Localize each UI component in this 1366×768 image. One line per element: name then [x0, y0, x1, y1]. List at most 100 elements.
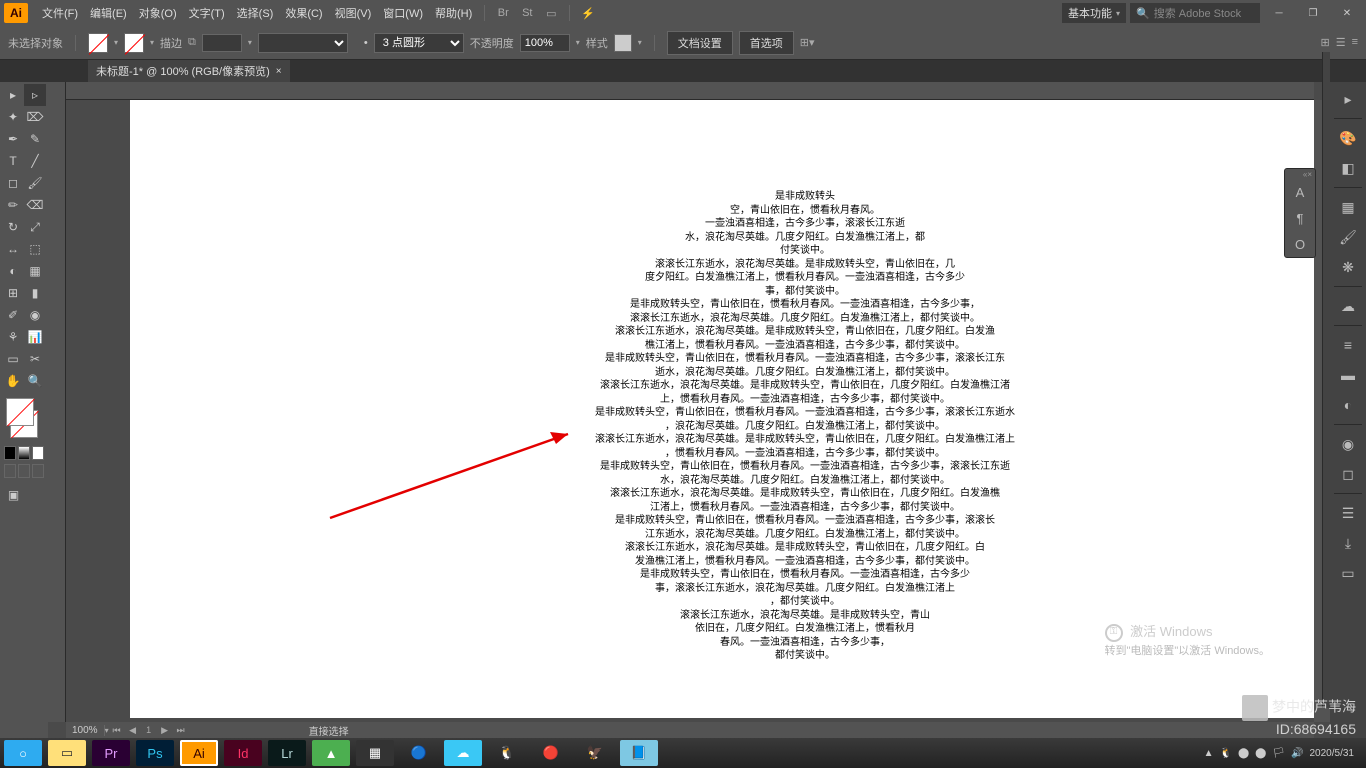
tray-icon[interactable]: ⬤: [1238, 748, 1249, 759]
taskbar-premiere-icon[interactable]: Pr: [92, 740, 130, 766]
artboard-tool[interactable]: ▭: [2, 348, 24, 370]
taskbar-photoshop-icon[interactable]: Ps: [136, 740, 174, 766]
stroke-weight-input[interactable]: [202, 34, 242, 52]
line-tool[interactable]: ╱: [24, 150, 46, 172]
shaper-tool[interactable]: ✏: [2, 194, 24, 216]
stroke-panel-icon[interactable]: ≡: [1334, 332, 1362, 358]
floating-panel[interactable]: «× A ¶ O: [1284, 168, 1316, 258]
menu-edit[interactable]: 编辑(E): [84, 5, 133, 21]
stock-icon[interactable]: St: [517, 3, 537, 23]
align-icon[interactable]: ⊞▾: [800, 36, 815, 49]
properties-panel-icon[interactable]: ▸: [1334, 86, 1362, 112]
taskbar-qq-icon[interactable]: 🐧: [488, 740, 526, 766]
slice-tool[interactable]: ✂: [24, 348, 46, 370]
minimize-button[interactable]: ─: [1264, 3, 1294, 23]
draw-behind-mode[interactable]: [18, 464, 30, 478]
menu-effect[interactable]: 效果(C): [279, 5, 328, 21]
fill-stroke-control[interactable]: [6, 398, 42, 438]
paintbrush-tool[interactable]: 🖌: [24, 172, 46, 194]
preferences-button[interactable]: 首选项: [739, 31, 794, 55]
opacity-input[interactable]: [520, 34, 570, 52]
color-panel-icon[interactable]: 🎨: [1334, 125, 1362, 151]
hand-tool[interactable]: ✋: [2, 370, 24, 392]
opentype-panel-icon[interactable]: O: [1285, 231, 1315, 257]
scale-tool[interactable]: ⤢: [24, 216, 46, 238]
menu-view[interactable]: 视图(V): [329, 5, 378, 21]
artboards-panel-icon[interactable]: ▭: [1334, 560, 1362, 586]
chevron-down-icon[interactable]: ▾: [638, 38, 642, 47]
taskbar-app-icon[interactable]: ▦: [356, 740, 394, 766]
taskbar-app-icon[interactable]: 📘: [620, 740, 658, 766]
taskbar-app-icon[interactable]: ☁: [444, 740, 482, 766]
free-transform-tool[interactable]: ⬚: [24, 238, 46, 260]
eraser-tool[interactable]: ⌫: [24, 194, 46, 216]
color-guide-panel-icon[interactable]: ◧: [1334, 155, 1362, 181]
screen-mode-button[interactable]: ▣: [2, 484, 25, 506]
menu-window[interactable]: 窗口(W): [377, 5, 429, 21]
taskbar-browser-icon[interactable]: ○: [4, 740, 42, 766]
symbol-sprayer-tool[interactable]: ⚘: [2, 326, 24, 348]
artboard-number[interactable]: 1: [141, 723, 157, 737]
menu-object[interactable]: 对象(O): [133, 5, 183, 21]
taskbar-app-icon[interactable]: 🦅: [576, 740, 614, 766]
artboard[interactable]: 是非成败转头空，青山依旧在，惯看秋月春风。一壶浊酒喜相逢，古今多少事，滚滚长江东…: [130, 100, 1330, 718]
eyedropper-tool[interactable]: ✐: [2, 304, 24, 326]
prev-artboard-button[interactable]: ◀: [125, 723, 141, 737]
none-mode-swatch[interactable]: [32, 446, 44, 460]
chevron-down-icon[interactable]: ▾: [150, 38, 154, 47]
draw-normal-mode[interactable]: [4, 464, 16, 478]
gradient-tool[interactable]: ▮: [24, 282, 46, 304]
arrange-icon[interactable]: ▭: [541, 3, 561, 23]
chevron-down-icon[interactable]: ▾: [114, 38, 118, 47]
gradient-panel-icon[interactable]: ▬: [1334, 362, 1362, 388]
panel-expand-strip[interactable]: [1322, 52, 1330, 708]
tray-up-icon[interactable]: ▲: [1204, 748, 1214, 759]
tray-icon[interactable]: ⬤: [1255, 748, 1266, 759]
last-artboard-button[interactable]: ⏭: [173, 723, 189, 737]
vertical-ruler[interactable]: [48, 82, 66, 722]
appearance-panel-icon[interactable]: ◉: [1334, 431, 1362, 457]
mesh-tool[interactable]: ⊞: [2, 282, 24, 304]
width-tool[interactable]: ↔: [2, 238, 24, 260]
bridge-icon[interactable]: Br: [493, 3, 513, 23]
shape-builder-tool[interactable]: ◐: [2, 260, 24, 282]
chevron-down-icon[interactable]: ▾: [576, 38, 580, 47]
taskbar-lightroom-icon[interactable]: Lr: [268, 740, 306, 766]
gpu-icon[interactable]: ⚡: [578, 3, 598, 23]
graphic-styles-panel-icon[interactable]: ◻: [1334, 461, 1362, 487]
taskbar-explorer-icon[interactable]: ▭: [48, 740, 86, 766]
menu-icon[interactable]: ≡: [1352, 36, 1358, 49]
taskbar-indesign-icon[interactable]: Id: [224, 740, 262, 766]
brushes-panel-icon[interactable]: 🖌: [1334, 224, 1362, 250]
document-tab[interactable]: 未标题-1* @ 100% (RGB/像素预览) ×: [88, 60, 290, 82]
rotate-tool[interactable]: ↻: [2, 216, 24, 238]
next-artboard-button[interactable]: ▶: [157, 723, 173, 737]
tray-icon[interactable]: 🐧: [1219, 748, 1231, 759]
color-mode-swatch[interactable]: [4, 446, 16, 460]
transparency-panel-icon[interactable]: ◐: [1334, 392, 1362, 418]
workspace-switcher[interactable]: 基本功能▾: [1062, 3, 1126, 23]
column-graph-tool[interactable]: 📊: [24, 326, 46, 348]
blend-tool[interactable]: ◉: [24, 304, 46, 326]
fill-color-box[interactable]: [6, 398, 34, 426]
horizontal-ruler[interactable]: [66, 82, 1314, 100]
fill-swatch[interactable]: [88, 33, 108, 53]
curvature-tool[interactable]: ✎: [24, 128, 46, 150]
taskbar-app-icon[interactable]: ▲: [312, 740, 350, 766]
menu-help[interactable]: 帮助(H): [429, 5, 478, 21]
character-panel-icon[interactable]: A: [1285, 179, 1315, 205]
asset-export-panel-icon[interactable]: ⤓: [1334, 530, 1362, 556]
zoom-tool[interactable]: 🔍: [24, 370, 46, 392]
stock-search[interactable]: 🔍搜索 Adobe Stock: [1130, 3, 1260, 23]
brush-definition[interactable]: 3 点圆形: [374, 33, 464, 53]
menu-select[interactable]: 选择(S): [231, 5, 280, 21]
rectangle-tool[interactable]: ◻: [2, 172, 24, 194]
variable-width-profile[interactable]: [258, 33, 348, 53]
perspective-grid-tool[interactable]: ▦: [24, 260, 46, 282]
transform-icon[interactable]: ⊞: [1320, 36, 1329, 49]
direct-selection-tool[interactable]: ▹: [24, 84, 46, 106]
symbols-panel-icon[interactable]: ❋: [1334, 254, 1362, 280]
chevron-down-icon[interactable]: ▾: [248, 38, 252, 47]
align-icon[interactable]: ☰: [1336, 36, 1346, 49]
graphic-style-swatch[interactable]: [614, 34, 632, 52]
